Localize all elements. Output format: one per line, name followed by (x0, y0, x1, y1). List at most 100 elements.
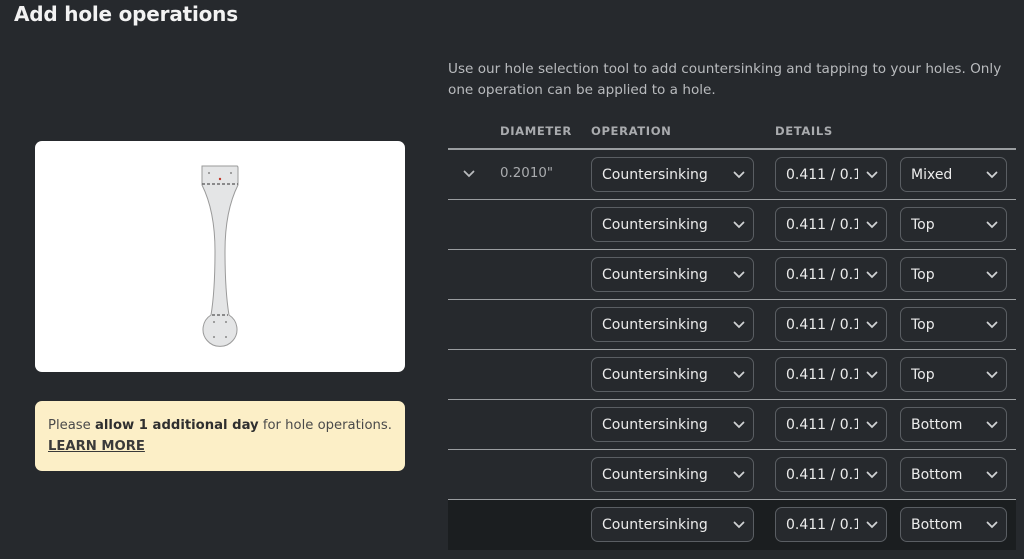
details-value: 0.411 / 0.19 (786, 466, 858, 483)
details-value: 0.411 / 0.19 (786, 316, 858, 333)
notice-prefix: Please (48, 418, 95, 433)
intro-text: Use our hole selection tool to add count… (448, 61, 1002, 98)
details-select[interactable]: 0.411 / 0.19 (775, 507, 887, 542)
operation-select[interactable]: Countersinking (591, 257, 754, 292)
details-value: 0.411 / 0.19 (786, 416, 858, 433)
details-select[interactable]: 0.411 / 0.19 (775, 357, 887, 392)
header-operation: OPERATION (591, 124, 672, 138)
chevron-down-icon (725, 271, 753, 279)
chevron-down-icon (858, 371, 886, 379)
operation-value: Countersinking (602, 166, 708, 183)
operation-select[interactable]: Countersinking (591, 307, 754, 342)
details-select[interactable]: 0.411 / 0.19 (775, 407, 887, 442)
hole (225, 336, 227, 338)
details-select[interactable]: 0.411 / 0.19 (775, 257, 887, 292)
hole-selected (218, 177, 222, 181)
operation-select[interactable]: Countersinking (591, 207, 754, 242)
table-row: Countersinking 0.411 / 0.19 Top (448, 350, 1016, 400)
side-value: Top (911, 266, 935, 283)
operation-select[interactable]: Countersinking (591, 507, 754, 542)
chevron-down-icon (725, 371, 753, 379)
chevron-down-icon (725, 171, 753, 179)
hole (213, 336, 215, 338)
operation-value: Countersinking (602, 366, 708, 383)
chevron-down-icon (978, 271, 1006, 279)
table-row: Countersinking 0.411 / 0.19 Bottom (448, 500, 1016, 550)
header-details: DETAILS (775, 124, 833, 138)
chevron-down-icon (978, 521, 1006, 529)
table-row: Countersinking 0.411 / 0.19 Top (448, 250, 1016, 300)
side-select[interactable]: Mixed (900, 157, 1007, 192)
chevron-down-icon (858, 421, 886, 429)
chevron-down-icon (978, 221, 1006, 229)
operation-value: Countersinking (602, 316, 708, 333)
chevron-down-icon (725, 521, 753, 529)
side-value: Mixed (911, 166, 953, 183)
chevron-down-icon (978, 421, 1006, 429)
chevron-down-icon (858, 321, 886, 329)
part-preview[interactable] (35, 141, 405, 372)
chevron-down-icon (858, 171, 886, 179)
chevron-down-icon (725, 321, 753, 329)
table-row: Countersinking 0.411 / 0.19 Top (448, 300, 1016, 350)
chevron-down-icon (858, 221, 886, 229)
hole (213, 321, 215, 323)
details-select[interactable]: 0.411 / 0.19 (775, 457, 887, 492)
operation-select[interactable]: Countersinking (591, 457, 754, 492)
lead-time-notice: Please allow 1 additional day for hole o… (35, 401, 405, 471)
side-value: Bottom (911, 416, 963, 433)
operation-value: Countersinking (602, 466, 708, 483)
side-select[interactable]: Top (900, 257, 1007, 292)
side-select[interactable]: Bottom (900, 457, 1007, 492)
chevron-down-icon (978, 171, 1006, 179)
chevron-down-icon (978, 471, 1006, 479)
side-value: Bottom (911, 516, 963, 533)
hole-diameter: 0.2010" (500, 166, 554, 181)
details-value: 0.411 / 0.19 (786, 166, 858, 183)
side-select[interactable]: Bottom (900, 507, 1007, 542)
side-value: Top (911, 316, 935, 333)
header-diameter: DIAMETER (500, 124, 572, 138)
expand-toggle-chevron-icon[interactable] (460, 165, 478, 183)
chevron-down-icon (858, 521, 886, 529)
table-row: Countersinking 0.411 / 0.19 Mixed 0.2010… (448, 150, 1016, 200)
details-select[interactable]: 0.411 / 0.19 (775, 207, 887, 242)
details-value: 0.411 / 0.19 (786, 266, 858, 283)
details-value: 0.411 / 0.19 (786, 516, 858, 533)
table-row: Countersinking 0.411 / 0.19 Top (448, 200, 1016, 250)
chevron-down-icon (725, 421, 753, 429)
learn-more-link[interactable]: LEARN MORE (48, 439, 145, 454)
operation-select[interactable]: Countersinking (591, 157, 754, 192)
notice-emphasis: allow 1 additional day (95, 418, 259, 433)
details-value: 0.411 / 0.19 (786, 366, 858, 383)
operation-select[interactable]: Countersinking (591, 407, 754, 442)
side-select[interactable]: Top (900, 307, 1007, 342)
side-value: Top (911, 366, 935, 383)
chevron-down-icon (858, 271, 886, 279)
operation-value: Countersinking (602, 516, 708, 533)
side-select[interactable]: Bottom (900, 407, 1007, 442)
page-title: Add hole operations (14, 2, 238, 26)
table-body: Countersinking 0.411 / 0.19 Mixed 0.2010… (448, 150, 1016, 550)
notice-suffix: for hole operations. (258, 418, 392, 433)
details-select[interactable]: 0.411 / 0.19 (775, 157, 887, 192)
hole (225, 321, 227, 323)
table-header: DIAMETER OPERATION DETAILS (448, 118, 1016, 150)
chevron-down-icon (978, 321, 1006, 329)
table-row: Countersinking 0.411 / 0.19 Bottom (448, 450, 1016, 500)
table-row: Countersinking 0.411 / 0.19 Bottom (448, 400, 1016, 450)
side-select[interactable]: Top (900, 357, 1007, 392)
operation-select[interactable]: Countersinking (591, 357, 754, 392)
hole (208, 172, 210, 174)
side-value: Bottom (911, 466, 963, 483)
chevron-down-icon (725, 221, 753, 229)
chevron-down-icon (725, 471, 753, 479)
side-select[interactable]: Top (900, 207, 1007, 242)
details-value: 0.411 / 0.19 (786, 216, 858, 233)
part-outline (201, 165, 239, 347)
hole-operations-table: DIAMETER OPERATION DETAILS Countersinkin… (448, 118, 1016, 550)
details-select[interactable]: 0.411 / 0.19 (775, 307, 887, 342)
chevron-down-icon (858, 471, 886, 479)
hole (230, 172, 232, 174)
part-drawing (201, 165, 239, 347)
